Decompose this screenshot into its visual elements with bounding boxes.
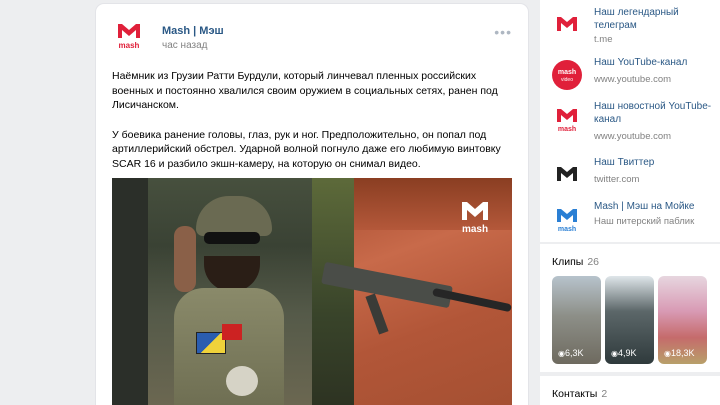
skull-patch (226, 366, 258, 396)
link-url: www.youtube.com (594, 74, 672, 85)
mash-logo-icon: mash (557, 109, 577, 133)
link-title[interactable]: Mash | Мэш на Мойке (594, 200, 714, 213)
link-title[interactable]: Наш новостной YouTube-канал (594, 100, 714, 126)
clip-thumbnail[interactable]: 6,3K (552, 276, 601, 364)
link-news-youtube[interactable]: mash Наш новостной YouTube-канал www.you… (552, 100, 720, 142)
links-block: Наш легендарный телеграм t.me mash video… (540, 0, 720, 242)
svg-text:mash: mash (119, 41, 140, 50)
mash-video-icon: mash video (552, 60, 582, 90)
link-url: twitter.com (594, 174, 640, 185)
mash-logo-icon (557, 17, 577, 31)
svg-text:video: video (561, 77, 573, 83)
svg-text:mash: mash (558, 69, 576, 76)
svg-text:mash: mash (558, 126, 576, 133)
link-twitter[interactable]: Наш Твиттер twitter.com (552, 156, 720, 192)
link-title[interactable]: Наш легендарный телеграм (594, 6, 714, 32)
contacts-title[interactable]: Контакты (552, 388, 597, 400)
clips-header[interactable]: Клипы 26 (552, 256, 599, 268)
contacts-block: Контакты 2 (540, 376, 720, 405)
watermark-text: mash (461, 224, 489, 235)
svg-text:mash: mash (558, 226, 576, 233)
clip-thumbnail[interactable]: 4,9K (605, 276, 654, 364)
link-moika[interactable]: mash Mash | Мэш на Мойке Наш питерский п… (552, 200, 720, 236)
clip-views: 4,9K (611, 348, 637, 358)
right-sidebar: Наш легендарный телеграм t.me mash video… (540, 0, 720, 405)
post-paragraph: Наёмник из Грузии Ратти Бурдули, который… (112, 70, 498, 112)
mash-avatar-icon[interactable]: mash (112, 18, 146, 52)
contacts-count: 2 (601, 388, 608, 400)
clips-title[interactable]: Клипы (552, 256, 583, 268)
soldier-photo[interactable] (112, 178, 312, 405)
post-card: mash Mash | Мэш час назад ••• Наёмник из… (96, 4, 528, 405)
mash-blue-icon: mash (557, 209, 577, 233)
post-paragraph: У боевика ранение головы, глаз, рук и но… (112, 128, 501, 171)
clips-count: 26 (587, 256, 600, 268)
clip-views: 18,3K (664, 348, 695, 358)
clip-thumbnail[interactable]: 18,3K (658, 276, 707, 364)
clips-block: Клипы 26 6,3K 4,9K 18,3K (540, 244, 720, 372)
post-media[interactable]: mash (112, 178, 512, 405)
contacts-header[interactable]: Контакты 2 (552, 388, 607, 400)
clip-views: 6,3K (558, 348, 584, 358)
link-url: t.me (594, 34, 613, 45)
link-title[interactable]: Наш Твиттер (594, 156, 714, 169)
mash-dark-icon (557, 167, 577, 181)
link-title[interactable]: Наш YouTube-канал (594, 56, 714, 69)
soldier-figure (174, 196, 284, 405)
link-url: Наш питерский паблик (594, 216, 695, 227)
rifle-photo[interactable]: mash (312, 178, 512, 405)
vehicle-frame (112, 178, 148, 405)
mash-watermark-icon (460, 200, 490, 224)
post-author[interactable]: Mash | Мэш (162, 25, 224, 37)
link-telegram[interactable]: Наш легендарный телеграм t.me (552, 6, 720, 45)
post-text: Наёмник из Грузии Ратти Бурдули, который… (112, 69, 512, 186)
link-url: www.youtube.com (594, 131, 672, 142)
link-youtube[interactable]: mash video Наш YouTube-канал www.youtube… (552, 56, 720, 92)
post-timestamp[interactable]: час назад (162, 40, 208, 51)
more-options-icon[interactable]: ••• (494, 25, 512, 39)
mash-watermark: mash (460, 200, 490, 235)
